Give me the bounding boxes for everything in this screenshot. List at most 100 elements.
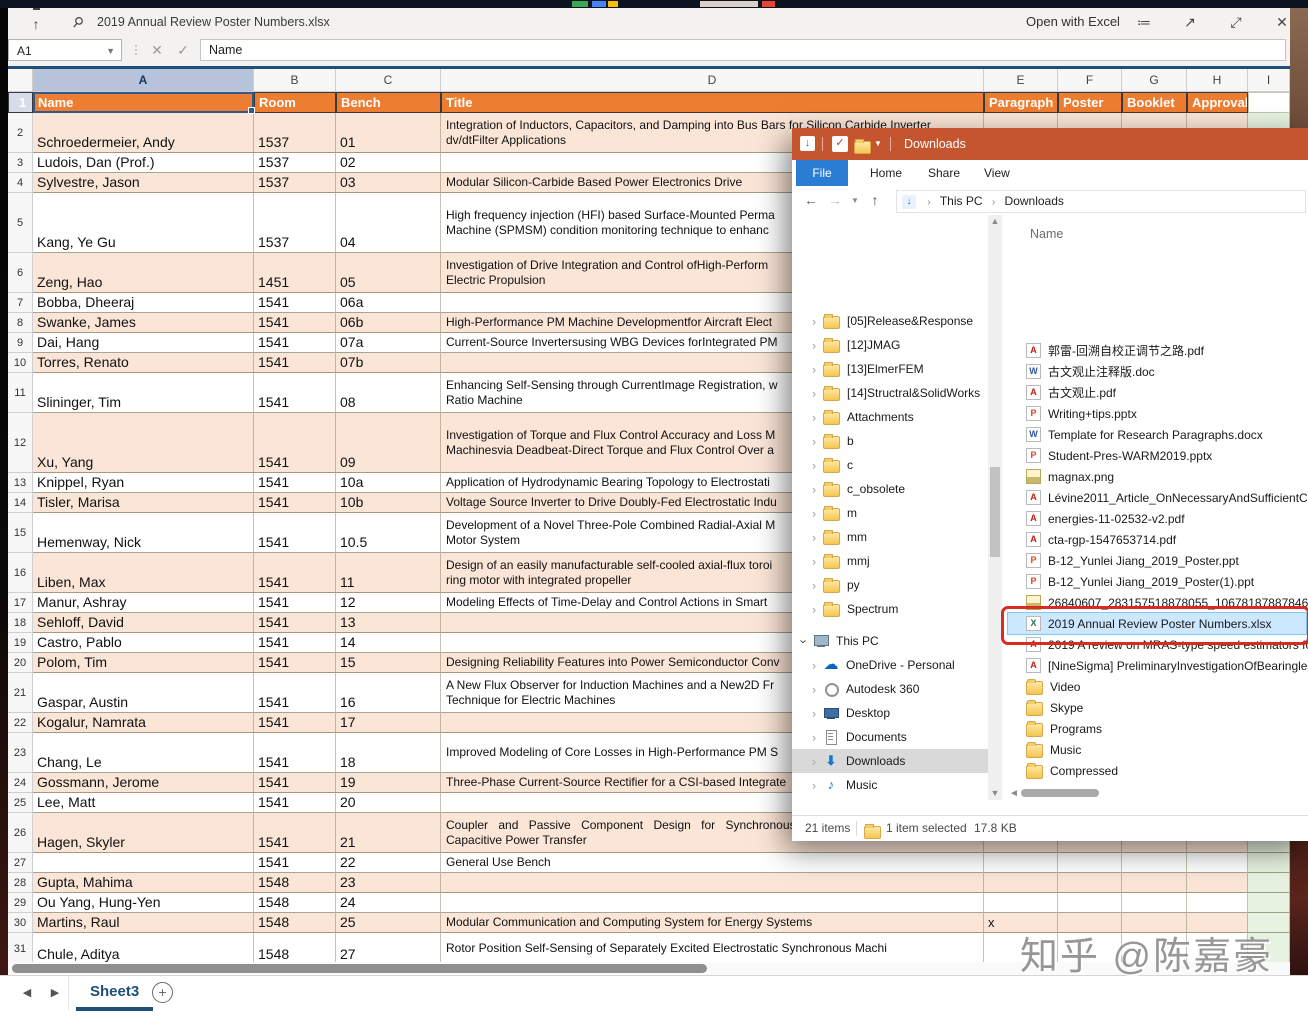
cell-room[interactable]: 1541 [254, 713, 336, 733]
cell-room[interactable]: 1541 [254, 473, 336, 493]
cell-room[interactable]: 1541 [254, 373, 336, 413]
cell-room[interactable]: 1541 [254, 353, 336, 373]
row-header-17[interactable]: 17 [8, 593, 33, 613]
tree-item--05-release-response[interactable]: ›[05]Release&Response [792, 309, 988, 333]
cell-bench[interactable]: 01 [336, 113, 441, 153]
cancel-entry-icon[interactable]: ✕ [146, 39, 168, 61]
properties-quick-icon[interactable]: ✓ [832, 136, 848, 152]
breadcrumb-this-pc[interactable]: This PC [940, 194, 983, 208]
cell-name[interactable]: Hemenway, Nick [33, 513, 254, 553]
cell-room[interactable]: 1541 [254, 633, 336, 653]
cell-name[interactable]: Ludois, Dan (Prof.) [33, 153, 254, 173]
chevron-right-icon[interactable]: › [808, 554, 820, 569]
cell-room[interactable]: 1541 [254, 513, 336, 553]
cell-name[interactable]: Martins, Raul [33, 913, 254, 933]
cell-f[interactable] [1058, 873, 1122, 893]
back-icon[interactable]: ← [800, 186, 822, 215]
cell-room[interactable]: 1541 [254, 553, 336, 593]
cell-name[interactable]: Swanke, James [33, 313, 254, 333]
cell-name[interactable]: Tisler, Marisa [33, 493, 254, 513]
cell-name[interactable]: Chang, Le [33, 733, 254, 773]
row-header-27[interactable]: 27 [8, 853, 33, 873]
row-header-21[interactable]: 21 [8, 673, 33, 713]
file-item-b-12-yunlei-jiang-2019-poster-1-ppt[interactable]: PB-12_Yunlei Jiang_2019_Poster(1).ppt [1008, 571, 1306, 592]
header-cell-Paragraph[interactable]: Paragraph [984, 92, 1058, 113]
row-header-22[interactable]: 22 [8, 713, 33, 733]
file-item-writing-tips-pptx[interactable]: PWriting+tips.pptx [1008, 403, 1306, 424]
cell-room[interactable]: 1541 [254, 293, 336, 313]
cell-room[interactable]: 1541 [254, 673, 336, 713]
cell-room[interactable]: 1541 [254, 733, 336, 773]
cell-room[interactable]: 1541 [254, 853, 336, 873]
column-header-G[interactable]: G [1122, 69, 1187, 92]
row-header-19[interactable]: 19 [8, 633, 33, 653]
chevron-right-icon[interactable]: › [808, 706, 820, 721]
file-item--doc[interactable]: W古文观止注释版.doc [1008, 361, 1306, 382]
cell-i[interactable] [1248, 893, 1290, 913]
cell-title[interactable] [441, 873, 984, 893]
file-item-video[interactable]: Video [1008, 676, 1306, 697]
menu-view[interactable]: View [984, 160, 1010, 186]
cell-f[interactable] [1058, 853, 1122, 873]
chevron-right-icon[interactable]: › [808, 578, 820, 593]
cell-bench[interactable]: 12 [336, 593, 441, 613]
chevron-right-icon[interactable]: › [808, 754, 820, 769]
chevron-right-icon[interactable]: › [808, 602, 820, 617]
cell-paragraph[interactable] [984, 893, 1058, 913]
cell-bench[interactable]: 13 [336, 613, 441, 633]
row-header-5[interactable]: 5 [8, 193, 33, 253]
chevron-right-icon[interactable]: › [808, 530, 820, 545]
header-cell-Poster[interactable]: Poster [1058, 92, 1122, 113]
row-header-30[interactable]: 30 [8, 913, 33, 933]
cell-bench[interactable]: 08 [336, 373, 441, 413]
tree-item-autodesk-360[interactable]: ›Autodesk 360 [792, 677, 988, 701]
cell-title[interactable]: Modular Communication and Computing Syst… [441, 913, 984, 933]
row-header-29[interactable]: 29 [8, 893, 33, 913]
cell-title[interactable] [441, 893, 984, 913]
tree-item-attachments[interactable]: ›Attachments [792, 405, 988, 429]
cell-bench[interactable]: 06b [336, 313, 441, 333]
cell-name[interactable]: Manur, Ashray [33, 593, 254, 613]
customize-toolbar-icon[interactable]: ▼ [874, 136, 890, 152]
header-cell-Bench[interactable]: Bench [336, 92, 441, 113]
cell-title[interactable]: General Use Bench [441, 853, 984, 873]
cell-room[interactable]: 1541 [254, 773, 336, 793]
cell-bench[interactable]: 22 [336, 853, 441, 873]
cell-bench[interactable]: 09 [336, 413, 441, 473]
row-header-10[interactable]: 10 [8, 353, 33, 373]
cell-room[interactable]: 1537 [254, 193, 336, 253]
cell-bench[interactable]: 27 [336, 933, 441, 965]
prev-sheet-icon[interactable]: ◀ [14, 976, 40, 1010]
list-options-icon[interactable]: ≔ [1132, 8, 1156, 36]
menu-share[interactable]: Share [928, 160, 960, 186]
cell-h[interactable] [1187, 853, 1248, 873]
file-item-energies-11-02532-v2-pdf[interactable]: Aenergies-11-02532-v2.pdf [1008, 508, 1306, 529]
cell-name[interactable] [33, 853, 254, 873]
row-header-6[interactable]: 6 [8, 253, 33, 293]
cell-name[interactable]: Bobba, Dheeraj [33, 293, 254, 313]
file-item-cta-rgp-1547653714-pdf[interactable]: Acta-rgp-1547653714.pdf [1008, 529, 1306, 550]
cell-h[interactable] [1187, 893, 1248, 913]
tree-item-downloads[interactable]: ›⬇Downloads [792, 749, 988, 773]
cell-room[interactable]: 1541 [254, 813, 336, 853]
address-bar[interactable]: ↓ › This PC › Downloads [896, 190, 1306, 213]
header-cell-Title[interactable]: Title [441, 92, 984, 113]
cell-name[interactable]: Sylvestre, Jason [33, 173, 254, 193]
file-list-scrollbar-thumb[interactable] [1021, 789, 1099, 797]
tree-item-py[interactable]: ›py [792, 573, 988, 597]
scroll-up-icon[interactable]: ▲ [988, 215, 1002, 228]
cell-bench[interactable]: 14 [336, 633, 441, 653]
cell-f[interactable] [1058, 893, 1122, 913]
confirm-entry-icon[interactable]: ✓ [172, 39, 194, 61]
pin-icon[interactable]: ⚲ [66, 8, 90, 36]
tree-scrollbar-thumb[interactable] [990, 467, 1000, 557]
tree-item--12-jmag[interactable]: ›[12]JMAG [792, 333, 988, 357]
cell-room[interactable]: 1537 [254, 113, 336, 153]
cell-bench[interactable]: 07b [336, 353, 441, 373]
cell-paragraph[interactable] [984, 873, 1058, 893]
cell-bench[interactable]: 17 [336, 713, 441, 733]
cell-room[interactable]: 1548 [254, 873, 336, 893]
tree-item--14-structral-solidworks[interactable]: ›[14]Structral&SolidWorks [792, 381, 988, 405]
cell-name[interactable]: Zeng, Hao [33, 253, 254, 293]
cell-name[interactable]: Gupta, Mahima [33, 873, 254, 893]
